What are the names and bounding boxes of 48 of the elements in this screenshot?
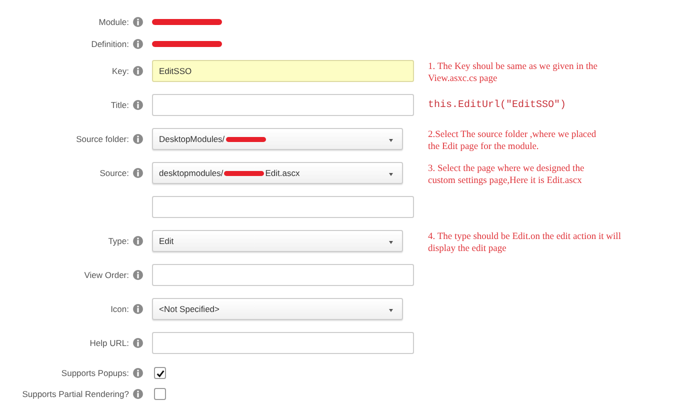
- field-label: Definition:: [91, 39, 129, 49]
- redaction-mark: [152, 41, 222, 47]
- info-icon[interactable]: [133, 66, 143, 76]
- annotation-text: 4. The type should be Edit.on the edit action it will display the edit page: [428, 231, 621, 255]
- caret-icon: [389, 309, 393, 312]
- text-field[interactable]: [152, 94, 414, 116]
- field-label: Module:: [98, 17, 129, 27]
- checkbox[interactable]: [154, 367, 166, 379]
- code-annotation: this.EditUrl("EditSSO"): [428, 100, 566, 112]
- text-field[interactable]: EditSSO: [152, 60, 414, 82]
- dropdown[interactable]: Edit: [152, 230, 403, 252]
- info-icon[interactable]: [133, 236, 143, 246]
- info-icon[interactable]: [133, 17, 143, 27]
- field-label: Help URL:: [90, 338, 129, 348]
- field-label: Source:: [100, 168, 129, 178]
- text-field[interactable]: [152, 332, 414, 354]
- annotation-text: 3. Select the page where we designed the custom settings page,Here it is Edit.ascx: [428, 163, 584, 187]
- info-icon[interactable]: [133, 389, 143, 399]
- dropdown[interactable]: <Not Specified>: [152, 298, 403, 320]
- field-label: Key:: [112, 66, 129, 76]
- dropdown[interactable]: desktopmodules/ Edit.ascx: [152, 162, 403, 184]
- annotation-text: 2.Select The source folder ,where we placed the Edit page for the module.: [428, 129, 596, 153]
- info-icon[interactable]: [133, 368, 143, 378]
- dropdown[interactable]: DesktopModules/: [152, 128, 403, 150]
- info-icon[interactable]: [133, 39, 143, 49]
- redaction-mark: [224, 170, 264, 176]
- field-label: Icon:: [110, 304, 129, 314]
- field-label: Supports Partial Rendering?: [22, 389, 129, 399]
- annotation-text: 1. The Key shoul be same as we given in the View.asxc.cs page: [428, 61, 598, 85]
- caret-icon: [389, 139, 393, 142]
- info-icon[interactable]: [133, 338, 143, 348]
- info-icon[interactable]: [133, 100, 143, 110]
- field-label: Title:: [110, 100, 129, 110]
- redaction-mark: [152, 19, 222, 25]
- caret-icon: [389, 173, 393, 176]
- field-label: Supports Popups:: [61, 368, 129, 378]
- info-icon[interactable]: [133, 304, 143, 314]
- field-label: View Order:: [84, 270, 129, 280]
- field-label: Type:: [108, 236, 129, 246]
- field-label: Source folder:: [76, 134, 129, 144]
- info-icon[interactable]: [133, 134, 143, 144]
- info-icon[interactable]: [133, 270, 143, 280]
- caret-icon: [389, 241, 393, 244]
- info-icon[interactable]: [133, 168, 143, 178]
- text-field[interactable]: [152, 264, 414, 286]
- checkbox[interactable]: [154, 388, 166, 400]
- text-field[interactable]: [152, 196, 414, 218]
- redaction-mark: [226, 136, 266, 142]
